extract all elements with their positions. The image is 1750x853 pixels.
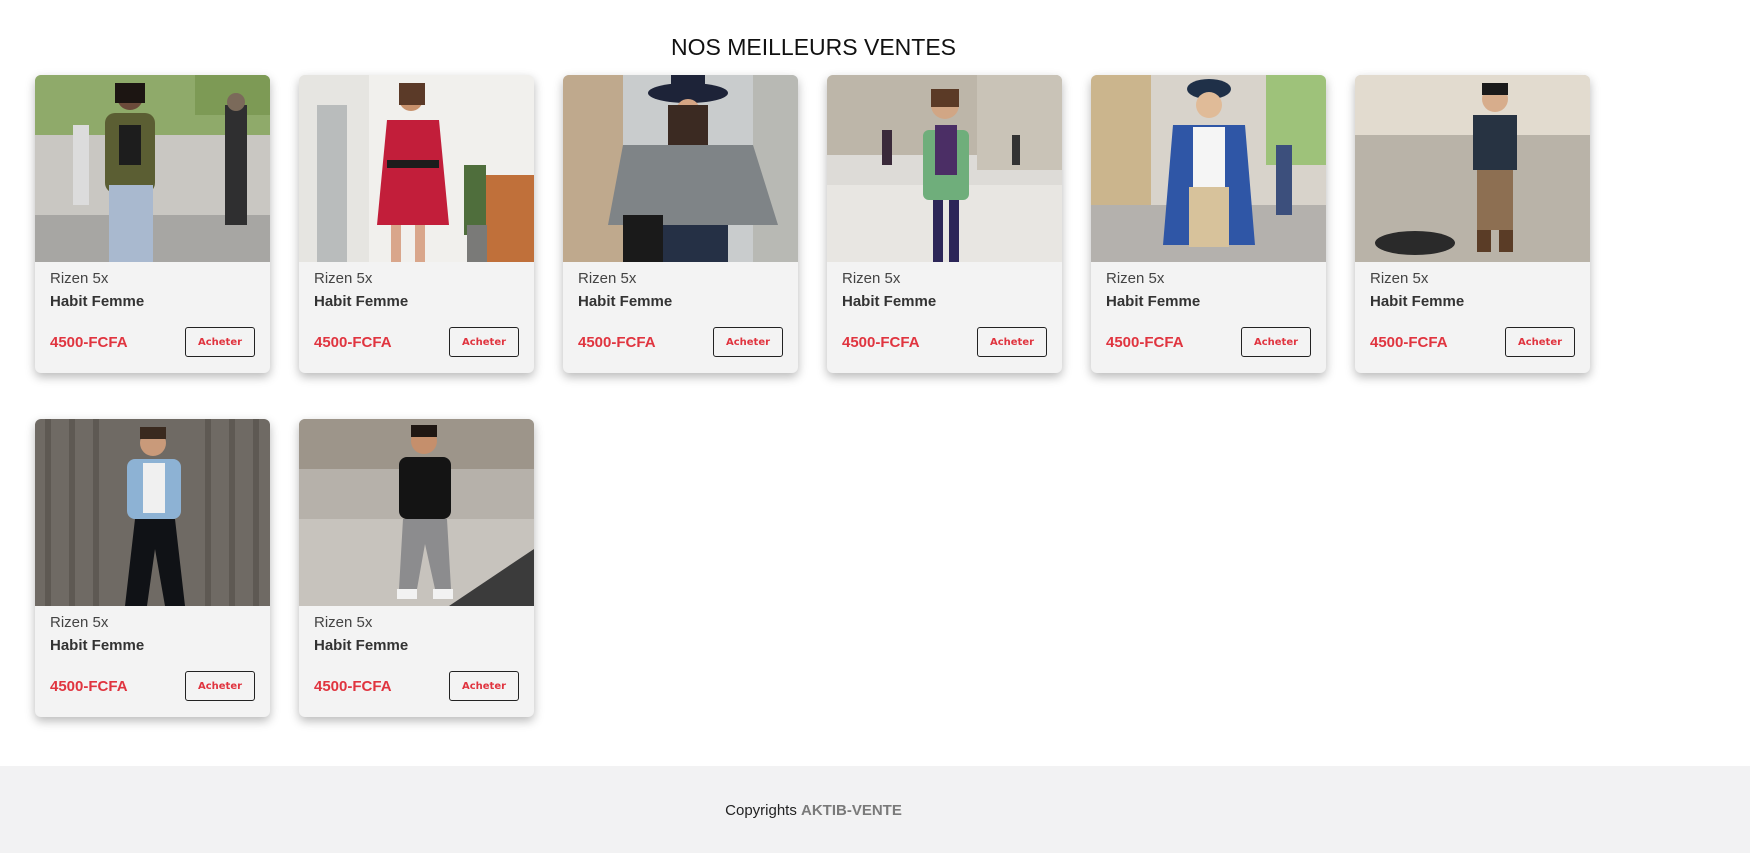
product-grid: Rizen 5x Habit Femme 4500-FCFA Acheter R… [35,75,1595,717]
product-brand: Rizen 5x [50,614,109,631]
product-card[interactable]: Rizen 5x Habit Femme 4500-FCFA Acheter [1355,75,1590,373]
card-body: Rizen 5x Habit Femme 4500-FCFA Acheter [1355,262,1590,373]
product-card[interactable]: Rizen 5x Habit Femme 4500-FCFA Acheter [299,75,534,373]
product-brand: Rizen 5x [1370,270,1429,287]
card-body: Rizen 5x Habit Femme 4500-FCFA Acheter [563,262,798,373]
product-photo[interactable] [563,75,798,262]
buy-button[interactable]: Acheter [713,327,783,357]
product-brand: Rizen 5x [1106,270,1165,287]
product-price: 4500-FCFA [50,334,128,351]
product-card[interactable]: Rizen 5x Habit Femme 4500-FCFA Acheter [1091,75,1326,373]
buy-button[interactable]: Acheter [1505,327,1575,357]
product-photo[interactable] [35,419,270,606]
product-name[interactable]: Habit Femme [1106,293,1200,310]
product-card[interactable]: Rizen 5x Habit Femme 4500-FCFA Acheter [299,419,534,717]
product-photo[interactable] [1091,75,1326,262]
product-photo[interactable] [299,419,534,606]
product-brand: Rizen 5x [50,270,109,287]
footer-brand-link[interactable]: AKTIB-VENTE [801,802,902,819]
card-body: Rizen 5x Habit Femme 4500-FCFA Acheter [1091,262,1326,373]
product-name[interactable]: Habit Femme [314,637,408,654]
product-name[interactable]: Habit Femme [842,293,936,310]
section-title: NOS MEILLEURS VENTES [670,34,957,60]
product-brand: Rizen 5x [314,270,373,287]
buy-button[interactable]: Acheter [185,327,255,357]
buy-button[interactable]: Acheter [1241,327,1311,357]
product-price: 4500-FCFA [314,678,392,695]
product-brand: Rizen 5x [842,270,901,287]
product-price: 4500-FCFA [50,678,128,695]
copyright-prefix: Copyrights [725,802,797,819]
buy-button[interactable]: Acheter [977,327,1047,357]
copyright-text: Copyrights AKTIB-VENTE [0,802,1627,819]
card-body: Rizen 5x Habit Femme 4500-FCFA Acheter [299,262,534,373]
footer: Copyrights AKTIB-VENTE [0,766,1750,853]
product-price: 4500-FCFA [1106,334,1184,351]
product-price: 4500-FCFA [314,334,392,351]
product-brand: Rizen 5x [314,614,373,631]
buy-button[interactable]: Acheter [185,671,255,701]
product-photo[interactable] [827,75,1062,262]
product-price: 4500-FCFA [842,334,920,351]
product-name[interactable]: Habit Femme [578,293,672,310]
product-name[interactable]: Habit Femme [314,293,408,310]
product-price: 4500-FCFA [1370,334,1448,351]
card-body: Rizen 5x Habit Femme 4500-FCFA Acheter [299,606,534,717]
product-name[interactable]: Habit Femme [1370,293,1464,310]
card-body: Rizen 5x Habit Femme 4500-FCFA Acheter [35,606,270,717]
product-name[interactable]: Habit Femme [50,293,144,310]
buy-button[interactable]: Acheter [449,327,519,357]
card-body: Rizen 5x Habit Femme 4500-FCFA Acheter [35,262,270,373]
product-card[interactable]: Rizen 5x Habit Femme 4500-FCFA Acheter [827,75,1062,373]
product-photo[interactable] [35,75,270,262]
product-photo[interactable] [1355,75,1590,262]
product-photo[interactable] [299,75,534,262]
product-price: 4500-FCFA [578,334,656,351]
card-body: Rizen 5x Habit Femme 4500-FCFA Acheter [827,262,1062,373]
product-card[interactable]: Rizen 5x Habit Femme 4500-FCFA Acheter [35,419,270,717]
buy-button[interactable]: Acheter [449,671,519,701]
product-card[interactable]: Rizen 5x Habit Femme 4500-FCFA Acheter [35,75,270,373]
product-brand: Rizen 5x [578,270,637,287]
product-name[interactable]: Habit Femme [50,637,144,654]
product-card[interactable]: Rizen 5x Habit Femme 4500-FCFA Acheter [563,75,798,373]
